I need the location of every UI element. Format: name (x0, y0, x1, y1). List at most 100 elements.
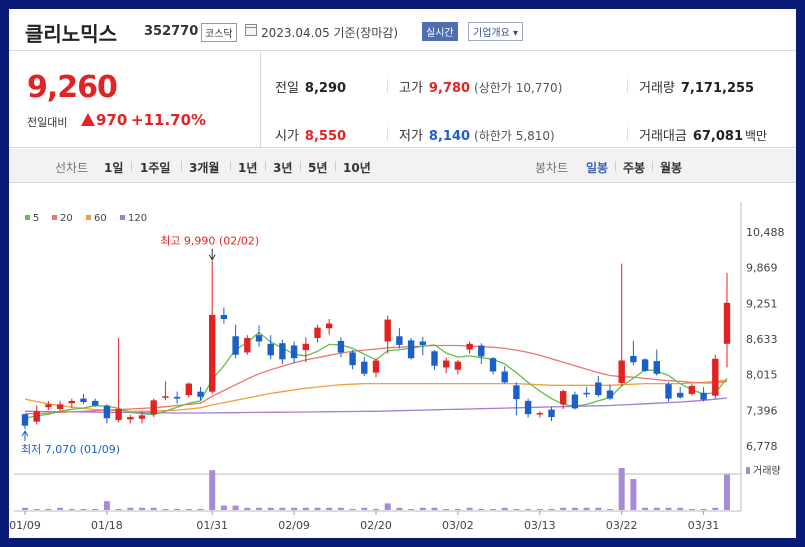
volume-bar (103, 501, 110, 510)
candle-body (372, 360, 380, 373)
candle-body (232, 336, 239, 355)
volume-bar (267, 507, 274, 510)
candle-tab-daily[interactable]: 일봉 (586, 159, 608, 176)
candle-body (407, 340, 415, 359)
candle-body (173, 396, 181, 399)
volume-bar (361, 507, 368, 510)
period-tab-10y[interactable]: 10년 (343, 159, 371, 176)
volume-bar (419, 507, 426, 510)
candle-body (712, 358, 719, 396)
stock-name: 클리노믹스 (25, 22, 117, 46)
volume-bar (513, 509, 520, 510)
period-tab-1y[interactable]: 1년 (238, 159, 257, 176)
high-price: 고가 9,780 (상한가 10,770) (399, 81, 563, 96)
x-tick-label: 01/31 (196, 519, 228, 532)
volume-bar (197, 509, 204, 510)
company-overview-dropdown[interactable]: 기업개요 ▾ (468, 22, 523, 41)
volume-bar (700, 509, 707, 510)
candle-body (244, 338, 251, 353)
y-tick-label: 9,251 (746, 297, 778, 310)
period-tab-5y[interactable]: 5년 (308, 159, 327, 176)
volume-bar (232, 505, 239, 510)
candle-body (513, 385, 520, 400)
period-tab-3m[interactable]: 3개월 (189, 159, 219, 176)
volume-bar (185, 509, 192, 510)
candle-body (33, 411, 40, 422)
stock-widget: 클리노믹스 352770 코스닥 2023.04.05 기준(장마감) 실시간 … (9, 9, 796, 538)
stock-header: 클리노믹스 352770 코스닥 2023.04.05 기준(장마감) 실시간 … (9, 9, 796, 51)
candle-body (653, 361, 660, 374)
up-triangle-icon (81, 113, 95, 126)
candle-body (220, 314, 228, 319)
y-tick-label: 6,778 (746, 440, 778, 453)
quote-panel: 9,260 전일대비 970 +11.70% 전일 8,290 시가 8,550 고… (9, 52, 796, 148)
x-tick-label: 01/09 (9, 519, 41, 532)
candle-body (688, 385, 696, 394)
candle-tab-weekly[interactable]: 주봉 (623, 159, 645, 176)
volume-bar (490, 509, 496, 510)
volume-label: 거래량 (753, 465, 781, 477)
candle-body (431, 351, 438, 366)
candle-body (127, 417, 134, 420)
base-date: 2023.04.05 기준(장마감) (261, 26, 399, 40)
volume-bar (583, 507, 590, 510)
candle-body (115, 408, 122, 420)
candle-body (641, 359, 649, 371)
candle-body (209, 314, 216, 392)
legend-label-1: 20 (60, 213, 73, 224)
legend-swatch-1 (52, 215, 57, 220)
x-tick-label: 03/13 (524, 519, 556, 532)
min-price-label: 최저 7,070 (01/09) (21, 443, 120, 456)
volume-bar (291, 507, 298, 510)
candle-body (349, 352, 356, 366)
max-price-label: 최고 9,990 (02/02) (160, 235, 259, 248)
candle-body (501, 371, 508, 383)
volume-bar (571, 507, 578, 510)
line-chart-label: 선차트 (55, 161, 89, 175)
realtime-button[interactable]: 실시간 (422, 22, 458, 41)
volume-bar (688, 509, 695, 510)
candle-body (454, 361, 462, 370)
y-tick-label: 10,488 (746, 226, 785, 239)
low-price: 저가 8,140 (하한가 5,810) (399, 129, 555, 144)
volume-bar (454, 509, 461, 510)
candle-body (290, 345, 298, 359)
candle-body (255, 335, 263, 342)
volume-bar (174, 509, 181, 510)
volume-bar (92, 509, 99, 510)
x-tick-label: 03/31 (688, 519, 720, 532)
candle-body (700, 392, 707, 400)
candle-body (56, 404, 64, 409)
market-badge: 코스닥 (201, 23, 237, 42)
volume-bar (408, 509, 415, 510)
legend-swatch-0 (25, 215, 30, 220)
volume-bar (618, 468, 625, 510)
volume-bar (431, 507, 438, 510)
volume-bar (548, 509, 555, 510)
candle-body (138, 415, 146, 419)
volume-bar (560, 507, 567, 510)
candle-tab-monthly[interactable]: 월봉 (660, 159, 682, 176)
legend-label-0: 5 (33, 213, 39, 224)
volume: 거래량 7,171,255 (639, 81, 755, 96)
open-price: 시가 8,550 (275, 129, 347, 144)
volume-bar (220, 505, 227, 510)
candle-body (571, 394, 579, 409)
candle-body (302, 343, 309, 351)
volume-bar (384, 503, 391, 510)
candle-body (361, 361, 368, 374)
period-tab-1d[interactable]: 1일 (104, 159, 123, 176)
period-tab-3y[interactable]: 3년 (273, 159, 292, 176)
volume-bar (139, 507, 145, 510)
candle-body (68, 400, 75, 404)
candle-body (21, 414, 29, 426)
period-tab-1w[interactable]: 1주일 (140, 159, 170, 176)
y-tick-label: 9,869 (746, 262, 778, 275)
change-amount: 970 (96, 111, 128, 129)
candle-body (396, 336, 403, 345)
candle-body (326, 323, 333, 329)
candle-body (489, 358, 497, 372)
chart-tabs: 선차트 1일 1주일 3개월 1년 3년 5년 10년 봉차트 일봉 주봉 월봉 (9, 149, 796, 183)
candle-body (665, 384, 672, 399)
volume-bar (209, 470, 216, 510)
